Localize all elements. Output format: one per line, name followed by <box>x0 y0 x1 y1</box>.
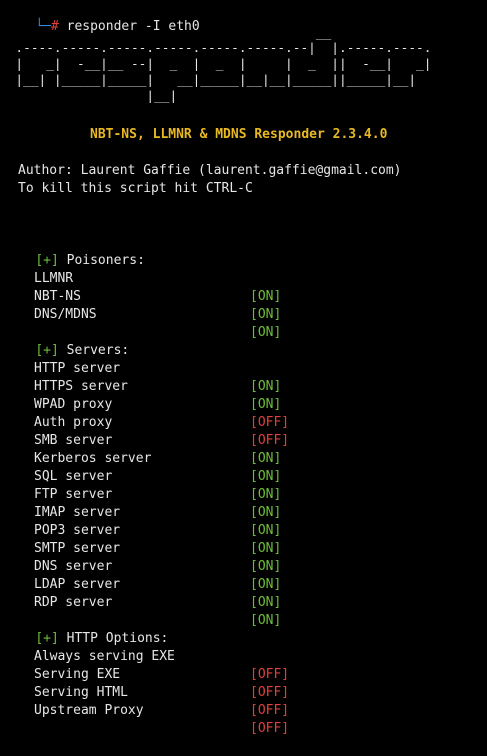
list-item: DNS server [ON] <box>0 540 487 592</box>
list-item: Always serving EXE [OFF] <box>0 630 487 682</box>
status-on: [ON] <box>250 613 282 628</box>
terminal-window[interactable]: └─# responder -I eth0 __ .----.-----.---… <box>0 0 487 736</box>
list-item: RDP server [ON] <box>0 576 487 628</box>
list-item: SMB server [ON] <box>0 414 487 466</box>
list-item: Serving EXE [OFF] <box>0 648 487 700</box>
author-line: Author: Laurent Gaffie (laurent.gaffie@g… <box>18 163 402 178</box>
status-on: [ON] <box>250 325 282 340</box>
status-off: [OFF] <box>250 703 290 718</box>
banner-line: |__| |_____|_____| __|_____|__|__|_____|… <box>0 73 417 88</box>
command-prompt: └─# responder -I eth0 <box>4 0 199 34</box>
item-label: Upstream Proxy <box>34 703 144 718</box>
list-item: Auth proxy [OFF] <box>0 396 487 448</box>
list-item: HTTP server [ON] <box>0 342 487 394</box>
status-on: [ON] <box>250 595 282 610</box>
list-item: WPAD proxy [OFF] <box>0 378 487 430</box>
banner-line: | _| -__|__ --| _ | _ | | _ || -__| _| <box>0 57 432 72</box>
list-item: SMTP server [ON] <box>0 522 487 574</box>
kill-hint-line: To kill this script hit CTRL-C <box>18 181 253 196</box>
status-off: [OFF] <box>250 721 290 736</box>
list-item: SQL server [ON] <box>0 450 487 502</box>
responder-title: NBT-NS, LLMNR & MDNS Responder 2.3.4.0 <box>90 127 388 142</box>
list-item: Upstream Proxy [OFF] <box>0 684 487 736</box>
section-header-http-options: [+] HTTP Options: <box>4 612 168 646</box>
list-item: LLMNR [ON] <box>0 252 487 304</box>
item-label: RDP server <box>34 595 113 610</box>
section-header-servers: [+] Servers: <box>4 324 129 358</box>
list-item: FTP server [ON] <box>0 468 487 520</box>
list-item: DNS/MDNS [ON] <box>0 288 487 340</box>
list-item: IMAP server [ON] <box>0 486 487 538</box>
list-item: POP3 server [ON] <box>0 504 487 556</box>
section-header-poisoners: [+] Poisoners: <box>4 234 145 268</box>
banner-line: .----.-----.-----.-----.-----.-----.--| … <box>0 41 432 56</box>
banner-line: |__| <box>0 89 178 104</box>
list-item: HTTPS server [ON] <box>0 360 487 412</box>
list-item: Kerberos server [ON] <box>0 432 487 484</box>
list-item: Serving HTML [OFF] <box>0 666 487 718</box>
item-label: DNS/MDNS <box>34 307 97 322</box>
status-on: [ON] <box>250 307 282 322</box>
banner-line: __ <box>0 26 332 41</box>
list-item: NBT-NS [ON] <box>0 270 487 322</box>
list-item: LDAP server [ON] <box>0 558 487 610</box>
